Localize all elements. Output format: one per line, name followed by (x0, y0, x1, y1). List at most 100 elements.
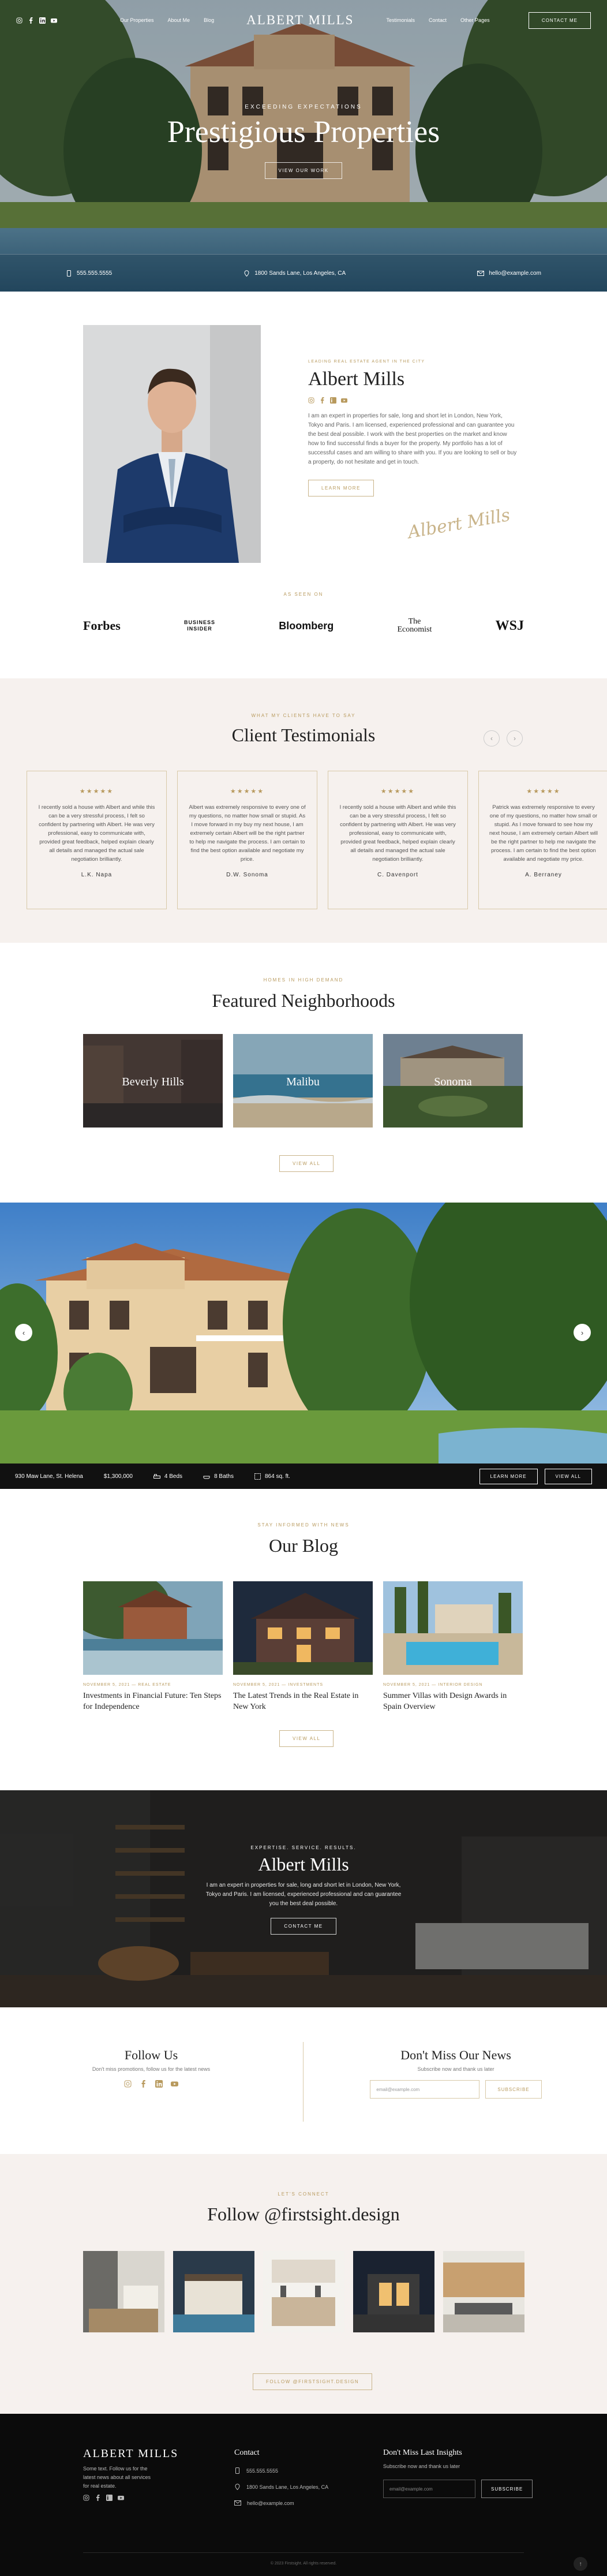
linkedin-icon[interactable] (155, 2080, 163, 2088)
follow-newsletter-section: Follow Us Don't miss promotions, follow … (0, 2007, 607, 2154)
neighborhood-tile-malibu[interactable]: Malibu (233, 1034, 373, 1128)
footer-news-subtitle: Subscribe now and thank us later (383, 2463, 460, 2469)
neighborhoods-eyebrow: HOMES IN HIGH DEMAND (263, 977, 344, 983)
slider-prev-arrow[interactable]: ‹ (15, 1324, 32, 1341)
nav-contact-button[interactable]: CONTACT ME (528, 12, 591, 29)
instagram-icon[interactable] (16, 17, 23, 24)
testimonial-arrows: ‹ › (484, 730, 523, 746)
about-learn-more-button[interactable]: LEARN MORE (308, 480, 374, 496)
blog-view-all-button[interactable]: VIEW ALL (279, 1730, 334, 1747)
chevron-right-icon[interactable]: › (507, 730, 523, 746)
newsletter-email-input[interactable]: email@example.com (370, 2080, 480, 2099)
about-bio: I am an expert in properties for sale, l… (308, 413, 517, 465)
neighborhood-tile-beverly-hills[interactable]: Beverly Hills (83, 1034, 223, 1128)
linkedin-icon[interactable] (106, 2495, 113, 2501)
blog-post-title[interactable]: The Latest Trends in the Real Estate in … (233, 1690, 373, 1712)
linkedin-icon[interactable] (330, 397, 336, 404)
footer-copyright: © 2023 Firstsight. All rights reserved. (270, 2562, 337, 2566)
star-rating: ★★★★★ (526, 788, 561, 795)
property-address: 930 Maw Lane, St. Helena (15, 1473, 83, 1480)
nav-link-blog[interactable]: Blog (204, 17, 214, 23)
hero-address: 1800 Sands Lane, Los Angeles, CA (243, 270, 346, 277)
banner-contact-button[interactable]: CONTACT ME (271, 1918, 336, 1935)
footer-address: 1800 Sands Lane, Los Angeles, CA (234, 2484, 328, 2490)
blog-post[interactable]: NOVEMBER 5, 2021 — REAL ESTATE Investmen… (83, 1581, 223, 1712)
hero-email[interactable]: hello@example.com (477, 270, 541, 277)
follow-us-block: Follow Us Don't miss promotions, follow … (30, 2048, 272, 2088)
blog-posts: NOVEMBER 5, 2021 — REAL ESTATE Investmen… (83, 1581, 523, 1712)
facebook-icon[interactable] (28, 17, 34, 24)
hero-phone[interactable]: 555.555.5555 (66, 270, 112, 277)
forbes-logo: Forbes (83, 618, 121, 633)
nav-link-properties[interactable]: Our Properties (120, 17, 154, 23)
star-rating: ★★★★★ (230, 788, 265, 795)
facebook-icon[interactable] (95, 2495, 101, 2501)
nav-links-right: Testimonials Contact Other Pages (386, 17, 489, 23)
youtube-icon[interactable] (51, 17, 57, 24)
blog-post-title[interactable]: Investments in Financial Future: Ten Ste… (83, 1690, 223, 1712)
instagram-post[interactable] (83, 2251, 164, 2332)
instagram-post[interactable] (443, 2251, 524, 2332)
blog-eyebrow: STAY INFORMED WITH NEWS (257, 1522, 350, 1528)
chevron-left-icon[interactable]: ‹ (484, 730, 500, 746)
youtube-icon[interactable] (171, 2080, 178, 2088)
property-beds: 4 Beds (153, 1473, 182, 1480)
blog-post[interactable]: NOVEMBER 5, 2021 — INTERIOR DESIGN Summe… (383, 1581, 523, 1712)
bloomberg-logo: Bloomberg (279, 619, 334, 632)
footer-newsletter-form: email@example.com SUBSCRIBE (383, 2480, 533, 2498)
facebook-icon[interactable] (140, 2080, 147, 2088)
youtube-icon[interactable] (341, 397, 347, 404)
bed-icon (153, 1473, 160, 1479)
linkedin-icon[interactable] (39, 17, 46, 24)
footer-email-input[interactable]: email@example.com (383, 2480, 475, 2498)
banner-title: Albert Mills (258, 1854, 349, 1875)
nav-link-other-pages[interactable]: Other Pages (460, 17, 490, 23)
star-rating: ★★★★★ (380, 788, 415, 795)
neighborhoods-view-all-button[interactable]: VIEW ALL (279, 1155, 334, 1172)
footer-newsletter: Don't Miss Last Insights Subscribe now a… (383, 2448, 533, 2498)
newsletter-subscribe-button[interactable]: SUBSCRIBE (485, 2080, 542, 2099)
footer-email[interactable]: hello@example.com (234, 2500, 328, 2506)
blog-post-meta: NOVEMBER 5, 2021 — INVESTMENTS (233, 1683, 324, 1687)
instagram-icon[interactable] (83, 2495, 89, 2501)
nav-link-testimonials[interactable]: Testimonials (386, 17, 415, 23)
slider-next-arrow[interactable]: › (574, 1324, 591, 1341)
footer-logo[interactable]: ALBERT MILLS (83, 2447, 178, 2461)
instagram-post[interactable] (263, 2251, 344, 2332)
site-logo[interactable]: ALBERT MILLS (246, 13, 354, 28)
follow-subtitle: Don't miss promotions, follow us for the… (92, 2066, 211, 2072)
footer-tagline: Some text. Follow us for the latest news… (83, 2466, 151, 2489)
footer-subscribe-button[interactable]: SUBSCRIBE (481, 2480, 533, 2498)
footer-contact: Contact 555.555.5555 1800 Sands Lane, Lo… (234, 2448, 328, 2506)
youtube-icon[interactable] (118, 2495, 124, 2501)
newsletter-form: email@example.com SUBSCRIBE (335, 2080, 577, 2099)
back-to-top-icon[interactable]: ↑ (574, 2557, 587, 2571)
agent-portrait-image (83, 325, 261, 563)
neighborhoods-title: Featured Neighborhoods (212, 990, 395, 1011)
instagram-follow-button[interactable]: FOLLOW @FIRSTSIGHT.DESIGN (253, 2373, 373, 2390)
instagram-grid (83, 2251, 524, 2332)
hero-view-work-button[interactable]: VIEW OUR WORK (265, 162, 342, 179)
testimonial-author: L.K. Napa (81, 872, 113, 878)
area-icon (254, 1473, 261, 1480)
testimonial-text: I recently sold a house with Albert and … (339, 804, 456, 863)
instagram-icon[interactable] (308, 397, 314, 404)
nav-link-contact[interactable]: Contact (429, 17, 447, 23)
instagram-title: Follow @firstsight.design (207, 2204, 400, 2224)
instagram-post[interactable] (173, 2251, 254, 2332)
contact-banner-content: EXPERTISE. SERVICE. RESULTS. Albert Mill… (0, 1845, 607, 1935)
blog-post[interactable]: NOVEMBER 5, 2021 — INVESTMENTS The Lates… (233, 1581, 373, 1712)
footer-phone[interactable]: 555.555.5555 (234, 2467, 328, 2474)
property-view-all-button[interactable]: VIEW ALL (544, 1468, 592, 1484)
nav-link-about[interactable]: About Me (168, 17, 190, 23)
hero-info-bar: 555.555.5555 1800 Sands Lane, Los Angele… (0, 254, 607, 292)
instagram-icon[interactable] (124, 2080, 132, 2088)
property-learn-more-button[interactable]: LEARN MORE (479, 1468, 538, 1484)
blog-post-title[interactable]: Summer Villas with Design Awards in Spai… (383, 1690, 523, 1712)
instagram-post[interactable] (353, 2251, 434, 2332)
facebook-icon[interactable] (319, 397, 325, 404)
instagram-eyebrow: LET'S CONNECT (278, 2192, 329, 2197)
neighborhoods-section: HOMES IN HIGH DEMAND Featured Neighborho… (0, 943, 607, 1203)
neighborhood-tile-sonoma[interactable]: Sonoma (383, 1034, 523, 1128)
news-subtitle: Subscribe now and thank us later (417, 2066, 494, 2072)
